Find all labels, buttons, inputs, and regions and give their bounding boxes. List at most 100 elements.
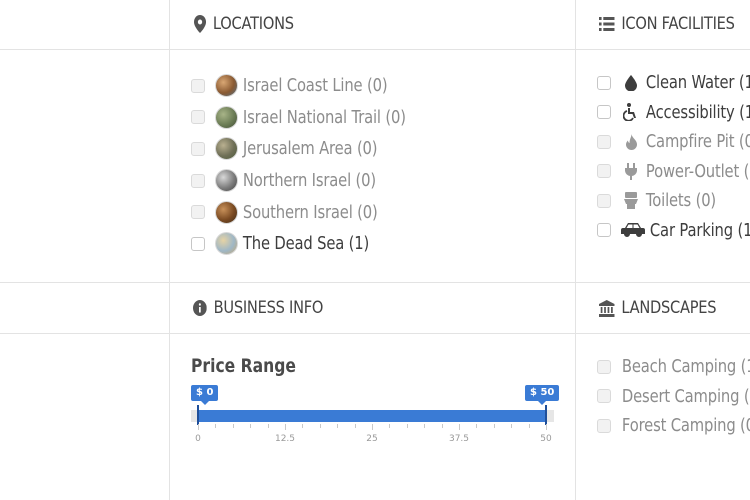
- price-slider-tick: [285, 424, 286, 430]
- location-checkbox[interactable]: [191, 78, 205, 93]
- landscapes-header: LANDSCAPES: [599, 298, 717, 318]
- facility-label: Clean Water (1): [645, 72, 750, 94]
- row-divider-3: [0, 333, 750, 334]
- facility-item-toilets[interactable]: Toilets (0): [597, 186, 750, 216]
- location-item-southern-israel[interactable]: Southern Israel (0): [191, 196, 443, 228]
- column-divider-left: [169, 0, 170, 500]
- location-item-dead-sea[interactable]: The Dead Sea (1): [191, 228, 443, 260]
- price-slider-tick: [442, 424, 443, 428]
- facility-checkbox[interactable]: [597, 134, 611, 149]
- price-slider-tick-label: 25: [366, 434, 378, 444]
- price-slider-max-handle[interactable]: [545, 405, 547, 425]
- facility-checkbox[interactable]: [597, 75, 611, 90]
- location-thumbnail: [215, 74, 238, 98]
- location-item-northern-israel[interactable]: Northern Israel (0): [191, 165, 443, 197]
- toilet-icon: [621, 191, 641, 211]
- price-slider-tick: [250, 424, 251, 428]
- price-slider-tick: [233, 424, 234, 428]
- facility-item-clean-water[interactable]: Clean Water (1): [597, 68, 750, 98]
- price-slider-tick: [407, 424, 408, 428]
- landscape-item-beach-camping[interactable]: Beach Camping (1): [597, 352, 750, 382]
- price-slider-tick: [529, 424, 530, 428]
- price-slider-tick: [511, 424, 512, 428]
- facilities-header: ICON FACILITIES: [599, 14, 735, 34]
- locations-header: LOCATIONS: [194, 14, 294, 34]
- landscape-checkbox[interactable]: [597, 359, 611, 374]
- facility-checkbox[interactable]: [597, 193, 611, 208]
- price-slider-tick: [372, 424, 373, 430]
- location-checkbox[interactable]: [191, 236, 205, 251]
- bank-building-icon: [599, 299, 615, 317]
- row-divider-1: [0, 49, 750, 50]
- landscape-checkbox[interactable]: [597, 418, 611, 433]
- price-slider-tick: [198, 424, 199, 430]
- price-slider-min-handle[interactable]: [197, 405, 199, 425]
- location-label: The Dead Sea (1): [242, 233, 370, 255]
- location-thumbnail: [215, 137, 238, 161]
- landscape-label: Desert Camping (0): [621, 385, 750, 407]
- location-label: Israel National Trail (0): [242, 106, 406, 128]
- accessibility-icon: [621, 102, 641, 122]
- location-checkbox[interactable]: [191, 173, 205, 188]
- business-header: BUSINESS INFO: [193, 298, 323, 318]
- location-checkbox[interactable]: [191, 110, 205, 125]
- price-slider-tick-label: 12.5: [274, 434, 296, 444]
- facility-checkbox[interactable]: [597, 105, 611, 120]
- map-marker-icon: [194, 15, 207, 33]
- locations-title: LOCATIONS: [212, 14, 294, 34]
- column-divider-right: [575, 0, 576, 500]
- facility-item-power-outlet[interactable]: Power-Outlet (0): [597, 157, 750, 187]
- price-slider-tick: [215, 424, 216, 428]
- landscape-checkbox[interactable]: [597, 389, 611, 404]
- water-drop-icon: [621, 73, 641, 93]
- price-slider-tick: [320, 424, 321, 428]
- facility-item-car-parking[interactable]: Car Parking (1): [597, 216, 750, 246]
- landscapes-title: LANDSCAPES: [621, 298, 717, 318]
- location-item-jerusalem-area[interactable]: Jerusalem Area (0): [191, 133, 443, 165]
- price-slider-tick: [355, 424, 356, 428]
- facility-item-campfire-pit[interactable]: Campfire Pit (0): [597, 127, 750, 157]
- facility-label: Toilets (0): [645, 190, 717, 212]
- fire-icon: [621, 132, 641, 152]
- price-slider-tick-label: 37.5: [448, 434, 470, 444]
- location-label: Jerusalem Area (0): [242, 138, 378, 160]
- facility-label: Campfire Pit (0): [645, 131, 750, 153]
- location-item-coast-line[interactable]: Israel Coast Line (0): [191, 70, 443, 102]
- price-slider-tick: [337, 424, 338, 428]
- landscape-item-desert-camping[interactable]: Desert Camping (0): [597, 382, 750, 412]
- location-checkbox[interactable]: [191, 141, 205, 156]
- location-thumbnail: [215, 169, 238, 193]
- location-item-national-trail[interactable]: Israel National Trail (0): [191, 102, 443, 134]
- facilities-title: ICON FACILITIES: [621, 14, 735, 34]
- price-slider-tick: [302, 424, 303, 428]
- price-slider-tick: [459, 424, 460, 430]
- landscape-label: Forest Camping (0): [621, 415, 750, 437]
- price-max-tag: $ 50: [525, 385, 560, 405]
- price-slider-tick: [494, 424, 495, 428]
- location-label: Northern Israel (0): [242, 170, 376, 192]
- location-thumbnail: [215, 105, 238, 129]
- facility-label: Power-Outlet (0): [645, 160, 750, 182]
- price-range-title: Price Range: [191, 355, 296, 377]
- location-thumbnail: [215, 232, 238, 256]
- price-slider-tick: [268, 424, 269, 428]
- facility-checkbox[interactable]: [597, 223, 611, 238]
- price-slider-tick: [546, 424, 547, 430]
- location-checkbox[interactable]: [191, 205, 205, 220]
- landscape-label: Beach Camping (1): [621, 356, 750, 378]
- facility-checkbox[interactable]: [597, 164, 611, 179]
- info-circle-icon: [193, 300, 207, 316]
- price-slider-range[interactable]: [198, 410, 546, 422]
- location-label: Southern Israel (0): [242, 201, 378, 223]
- plug-icon: [621, 161, 641, 181]
- location-thumbnail: [215, 200, 238, 224]
- list-icon: [599, 17, 615, 31]
- landscape-item-forest-camping[interactable]: Forest Camping (0): [597, 411, 750, 441]
- facilities-list: Clean Water (1) Accessibility (1) Campfi…: [597, 68, 750, 245]
- location-label: Israel Coast Line (0): [242, 75, 388, 97]
- row-divider-2: [0, 282, 750, 283]
- price-slider-tick: [424, 424, 425, 428]
- car-icon: [621, 220, 645, 240]
- landscapes-list: Beach Camping (1) Desert Camping (0) For…: [597, 352, 750, 441]
- facility-item-accessibility[interactable]: Accessibility (1): [597, 98, 750, 128]
